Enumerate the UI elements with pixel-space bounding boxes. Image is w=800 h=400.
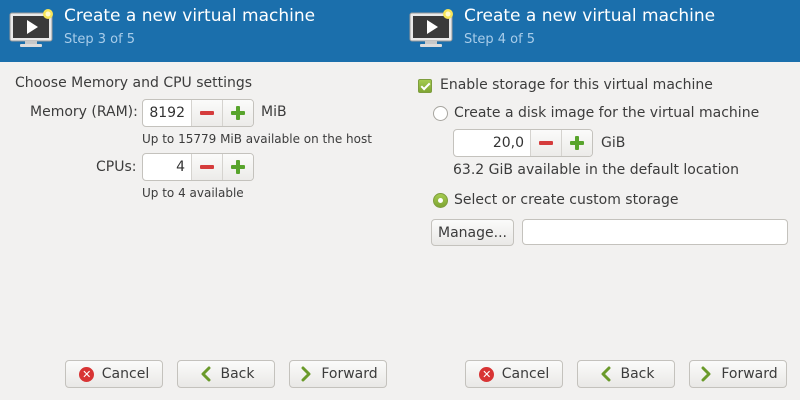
disk-image-label[interactable]: Create a disk image for the virtual mach… xyxy=(454,105,759,121)
minus-icon xyxy=(539,141,553,145)
cpus-label: CPUs: xyxy=(96,159,137,175)
disk-size-increase-button[interactable] xyxy=(561,130,592,156)
memory-value[interactable]: 8192 xyxy=(143,100,191,126)
plus-icon xyxy=(231,106,245,120)
back-chevron-icon xyxy=(598,366,614,382)
disk-size-spinbox[interactable]: 20,0 xyxy=(453,129,593,157)
memory-increase-button[interactable] xyxy=(222,100,253,126)
disk-image-radio[interactable] xyxy=(433,106,448,121)
forward-label: Forward xyxy=(721,366,778,382)
monitor-play-icon xyxy=(409,9,453,47)
cancel-label: Cancel xyxy=(101,366,150,382)
forward-chevron-icon xyxy=(698,366,714,382)
cpus-increase-button[interactable] xyxy=(222,154,253,180)
minus-icon xyxy=(200,111,214,115)
plus-icon xyxy=(231,160,245,174)
memory-hint: Up to 15779 MiB available on the host xyxy=(142,132,372,146)
wizard-title: Create a new virtual machine xyxy=(464,6,716,26)
step3-header: Create a new virtual machine Step 3 of 5 xyxy=(0,0,400,62)
manage-label: Manage... xyxy=(438,224,507,241)
back-label: Back xyxy=(220,366,255,382)
memory-spinbox[interactable]: 8192 xyxy=(142,99,254,127)
enable-storage-checkbox[interactable] xyxy=(418,79,432,93)
cpus-decrease-button[interactable] xyxy=(191,154,222,180)
wizard-step: Step 4 of 5 xyxy=(464,32,536,47)
forward-button[interactable]: Forward xyxy=(289,360,387,388)
cpus-hint: Up to 4 available xyxy=(142,186,244,200)
plus-icon xyxy=(570,136,584,150)
memory-label: Memory (RAM): xyxy=(30,104,138,120)
cpus-spinbox[interactable]: 4 xyxy=(142,153,254,181)
forward-label: Forward xyxy=(321,366,378,382)
step4-pane: Create a new virtual machine Step 4 of 5… xyxy=(400,0,800,400)
section-title: Choose Memory and CPU settings xyxy=(15,75,253,91)
step3-pane: Create a new virtual machine Step 3 of 5… xyxy=(0,0,400,400)
custom-storage-radio[interactable] xyxy=(433,193,448,208)
wizard-step: Step 3 of 5 xyxy=(64,32,136,47)
memory-decrease-button[interactable] xyxy=(191,100,222,126)
disk-size-value[interactable]: 20,0 xyxy=(454,130,530,156)
cancel-label: Cancel xyxy=(501,366,550,382)
wizard-title: Create a new virtual machine xyxy=(64,6,316,26)
custom-storage-label[interactable]: Select or create custom storage xyxy=(454,192,679,208)
step4-header: Create a new virtual machine Step 4 of 5 xyxy=(400,0,800,62)
storage-path-input[interactable] xyxy=(522,219,788,245)
monitor-play-icon xyxy=(9,9,53,47)
forward-button[interactable]: Forward xyxy=(689,360,787,388)
enable-storage-label[interactable]: Enable storage for this virtual machine xyxy=(440,77,713,93)
cancel-button[interactable]: ✕ Cancel xyxy=(65,360,163,388)
manage-button[interactable]: Manage... xyxy=(431,219,514,246)
forward-chevron-icon xyxy=(298,366,314,382)
back-button[interactable]: Back xyxy=(577,360,675,388)
minus-icon xyxy=(200,165,214,169)
disk-size-decrease-button[interactable] xyxy=(530,130,561,156)
cpus-value[interactable]: 4 xyxy=(143,154,191,180)
memory-unit: MiB xyxy=(261,104,287,120)
back-button[interactable]: Back xyxy=(177,360,275,388)
cancel-icon: ✕ xyxy=(479,366,495,382)
back-chevron-icon xyxy=(198,366,214,382)
cancel-icon: ✕ xyxy=(79,366,95,382)
back-label: Back xyxy=(620,366,655,382)
disk-size-unit: GiB xyxy=(601,135,626,151)
cancel-button[interactable]: ✕ Cancel xyxy=(465,360,563,388)
disk-available-text: 63.2 GiB available in the default locati… xyxy=(453,162,739,178)
